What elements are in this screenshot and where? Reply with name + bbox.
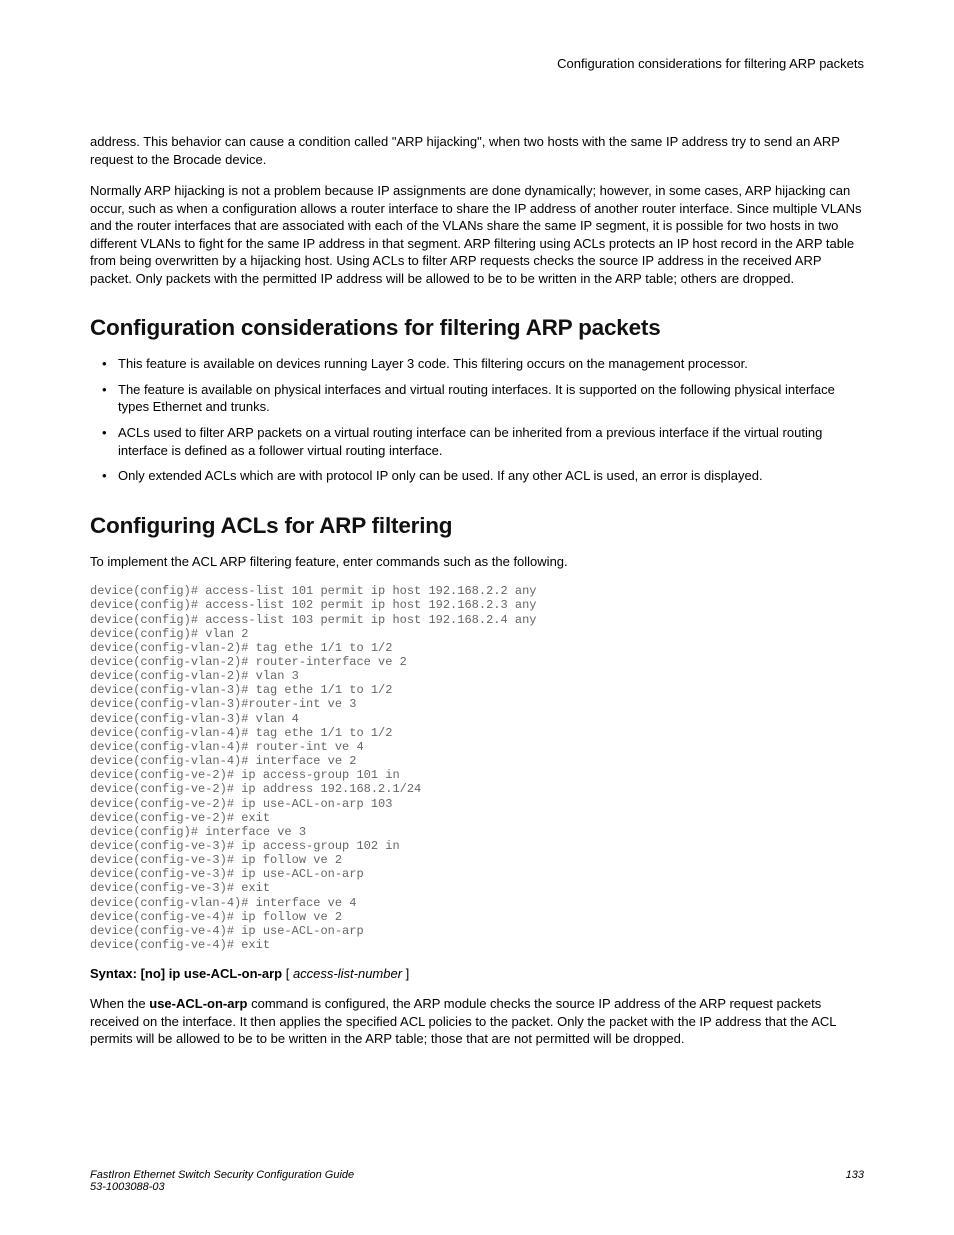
syntax-arg: access-list-number (293, 966, 402, 981)
page: Configuration considerations for filteri… (0, 0, 954, 1235)
intro-paragraph-1: address. This behavior can cause a condi… (90, 133, 864, 168)
footer-left: FastIron Ethernet Switch Security Config… (90, 1169, 354, 1193)
syntax-label: Syntax: [no] ip use-ACL-on-arp (90, 966, 282, 981)
configuring-lead: To implement the ACL ARP filtering featu… (90, 553, 864, 571)
list-item: Only extended ACLs which are with protoc… (90, 467, 864, 485)
followup-cmd: use-ACL-on-arp (149, 996, 247, 1011)
running-header: Configuration considerations for filteri… (90, 0, 864, 133)
cli-code-block: device(config)# access-list 101 permit i… (90, 584, 864, 952)
footer-page-number: 133 (846, 1169, 864, 1181)
followup-paragraph: When the use-ACL-on-arp command is confi… (90, 995, 864, 1048)
syntax-close-bracket: ] (402, 966, 409, 981)
heading-configuring: Configuring ACLs for ARP filtering (90, 513, 864, 539)
followup-pre: When the (90, 996, 149, 1011)
syntax-line: Syntax: [no] ip use-ACL-on-arp [ access-… (90, 966, 864, 981)
list-item: ACLs used to filter ARP packets on a vir… (90, 424, 864, 459)
footer-guide: FastIron Ethernet Switch Security Config… (90, 1169, 354, 1181)
footer-docnum: 53-1003088-03 (90, 1181, 165, 1193)
heading-considerations: Configuration considerations for filteri… (90, 315, 864, 341)
list-item: This feature is available on devices run… (90, 355, 864, 373)
intro-paragraph-2: Normally ARP hijacking is not a problem … (90, 182, 864, 287)
syntax-open-bracket: [ (282, 966, 293, 981)
list-item: The feature is available on physical int… (90, 381, 864, 416)
considerations-list: This feature is available on devices run… (90, 355, 864, 484)
page-footer: FastIron Ethernet Switch Security Config… (90, 1169, 864, 1193)
